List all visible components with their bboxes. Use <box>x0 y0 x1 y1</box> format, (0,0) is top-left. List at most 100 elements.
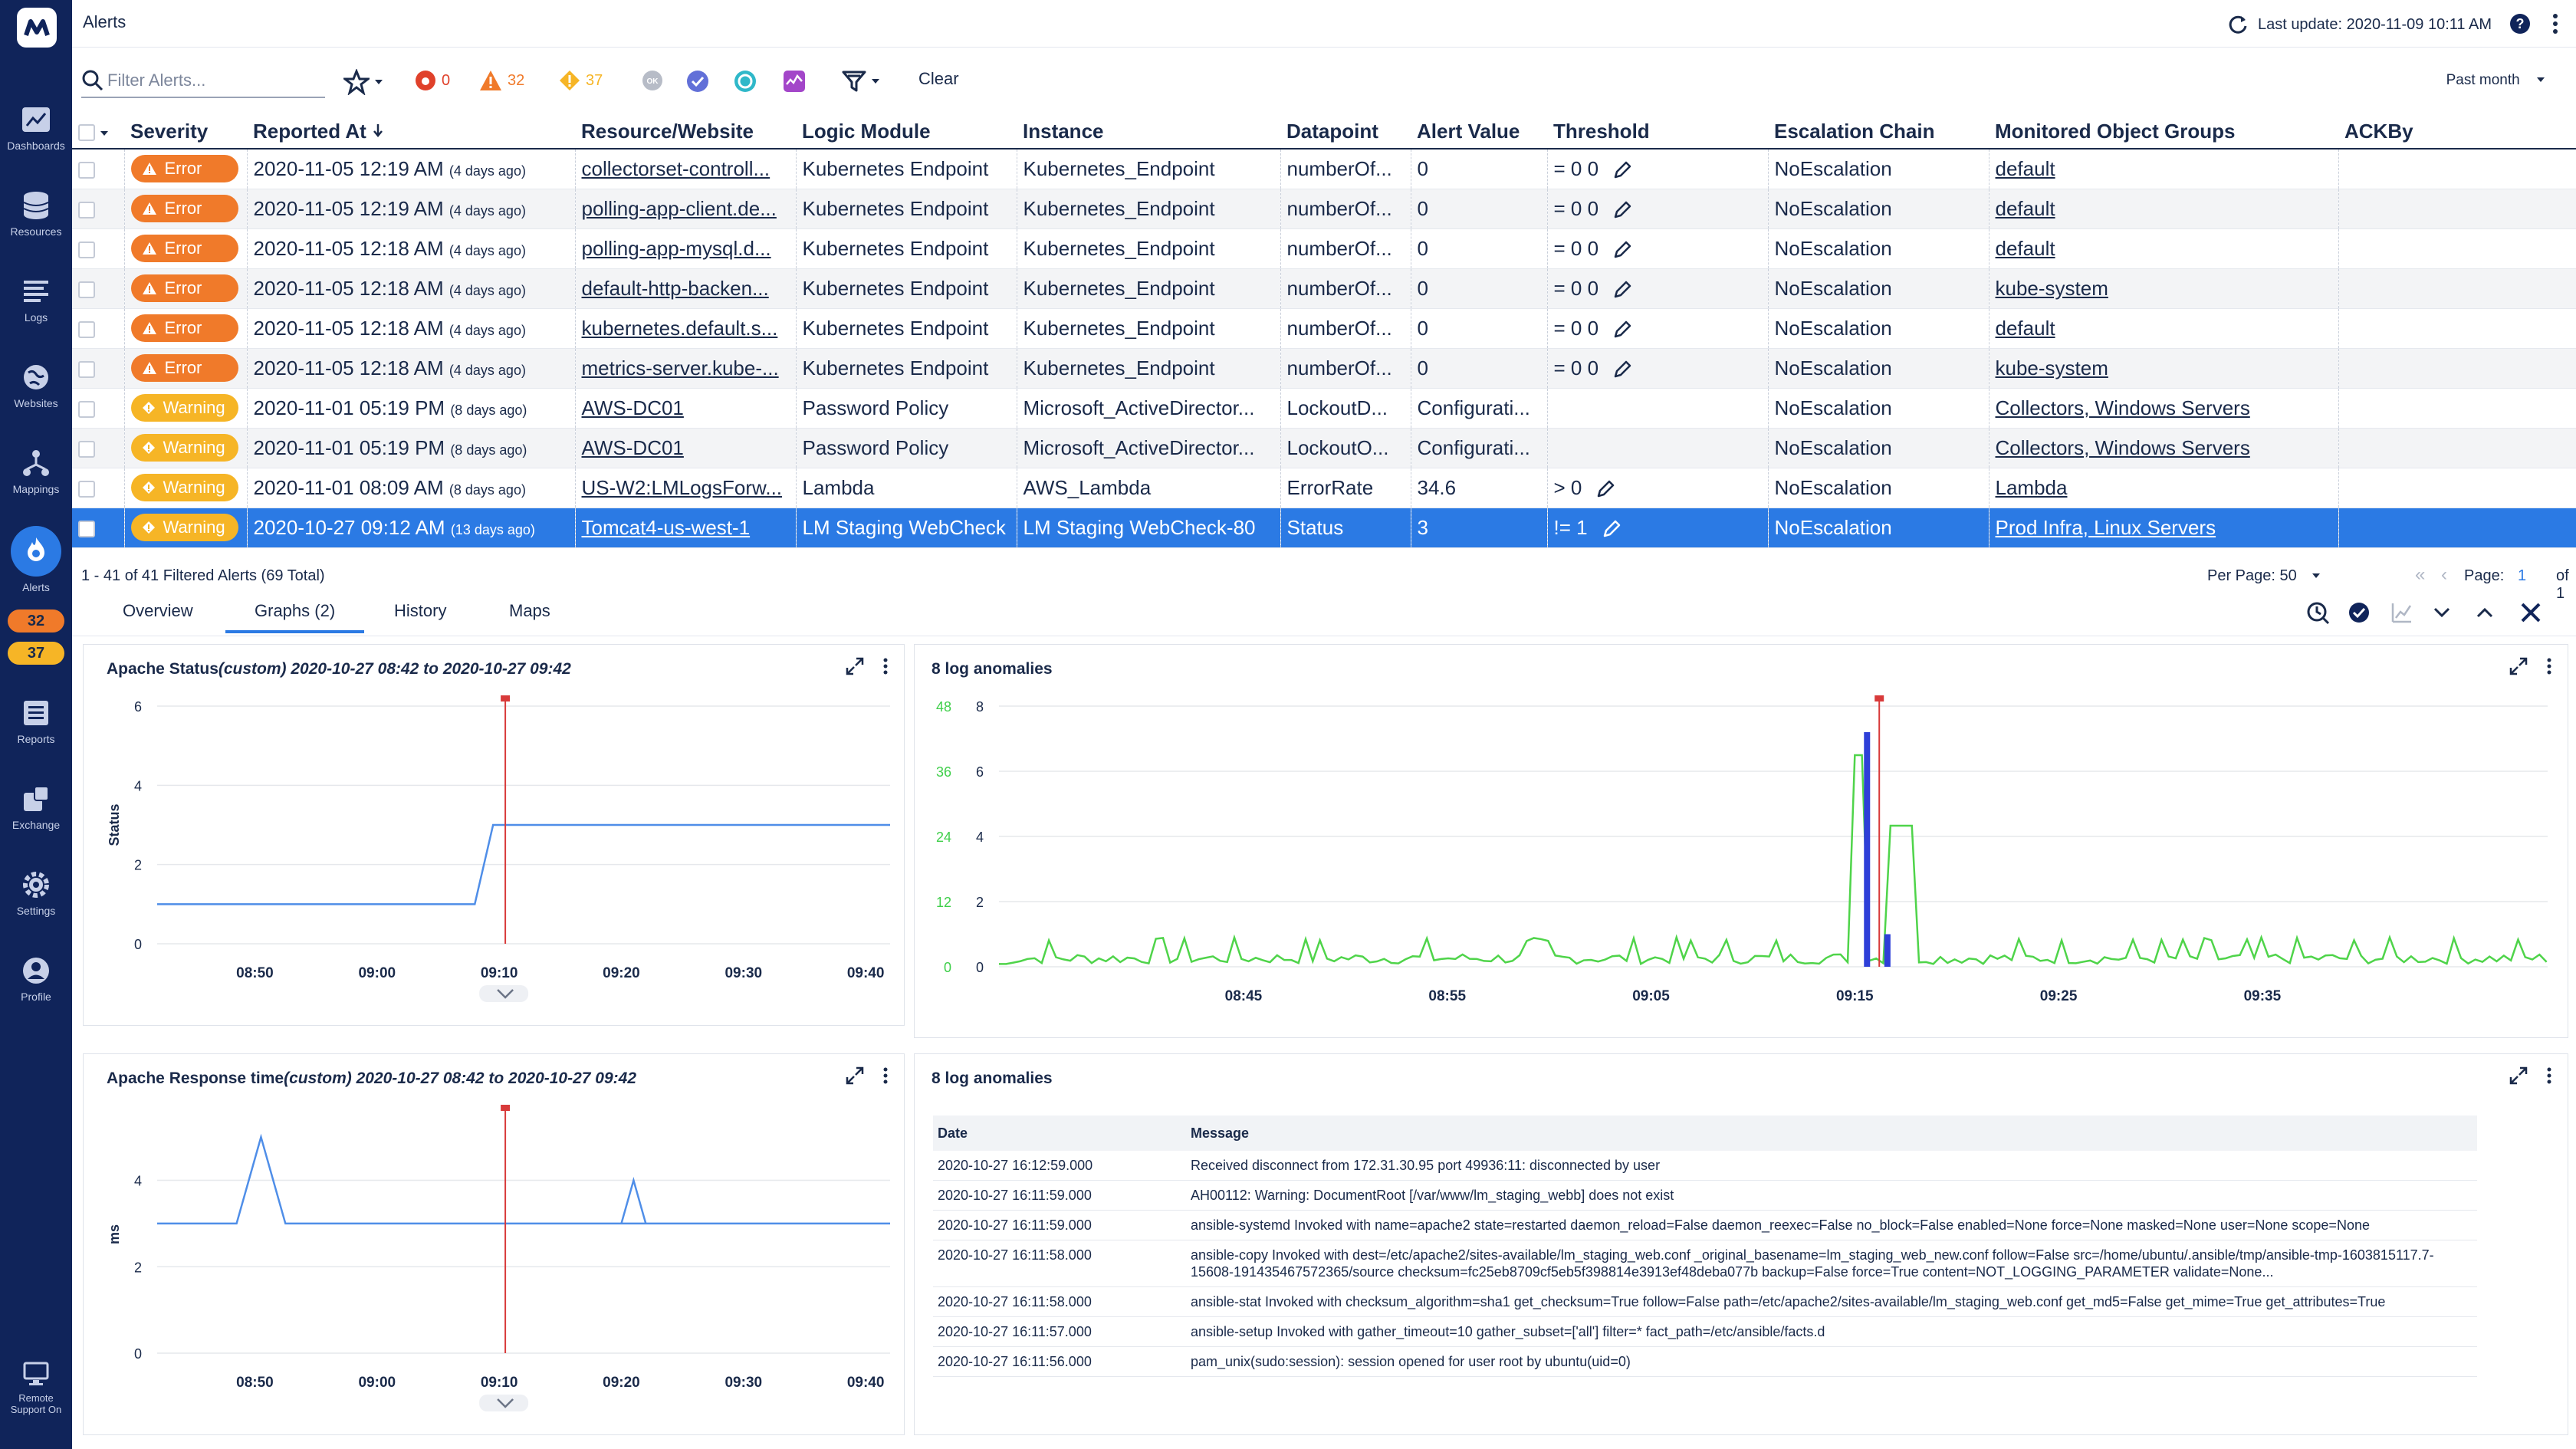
row-checkbox[interactable] <box>72 388 125 429</box>
edit-pencil-icon[interactable] <box>1612 240 1632 260</box>
resource-link[interactable]: AWS-DC01 <box>582 396 684 419</box>
sidebar-warning-badge[interactable]: 37 <box>8 642 64 665</box>
group-link[interactable]: Lambda <box>1996 476 2068 499</box>
group-link[interactable]: default <box>1996 157 2055 180</box>
nav-reports[interactable]: Reports <box>0 698 72 745</box>
col-threshold[interactable]: Threshold <box>1547 115 1768 150</box>
acknowledge-check-icon[interactable] <box>2348 601 2371 624</box>
log-row[interactable]: 2020-10-27 16:11:59.000 ansible-systemd I… <box>933 1210 2477 1240</box>
clear-filters-button[interactable]: Clear <box>918 69 959 89</box>
nav-resources[interactable]: Resources <box>0 190 72 238</box>
nav-remote-support[interactable]: Remote Support On <box>0 1360 72 1415</box>
resource-link[interactable]: default-http-backen... <box>582 277 769 300</box>
col-log-date[interactable]: Date <box>933 1116 1186 1151</box>
tune-threshold-icon[interactable] <box>2390 601 2413 624</box>
nav-profile[interactable]: Profile <box>0 955 72 1003</box>
col-severity[interactable]: Severity <box>124 115 247 150</box>
group-link[interactable]: Prod Infra, Linux Servers <box>1996 516 2216 539</box>
log-row[interactable]: 2020-10-27 16:11:59.000 AH00112: Warning:… <box>933 1180 2477 1211</box>
log-row[interactable]: 2020-10-27 16:11:58.000 ansible-copy Invo… <box>933 1240 2477 1287</box>
expand-icon[interactable] <box>2509 1066 2528 1085</box>
edit-pencil-icon[interactable] <box>1612 360 1632 380</box>
group-link[interactable]: Collectors, Windows Servers <box>1996 436 2250 459</box>
row-checkbox[interactable] <box>72 308 125 349</box>
more-vertical-icon[interactable] <box>882 657 889 675</box>
col-ackby[interactable]: ACKBy <box>2338 115 2576 150</box>
row-checkbox[interactable] <box>72 428 125 468</box>
edit-pencil-icon[interactable] <box>1602 519 1622 539</box>
resource-link[interactable]: collectorset-controll... <box>582 157 770 180</box>
table-row[interactable]: Warning 2020-11-01 05:19 PM (8 days ago) A… <box>72 388 2576 429</box>
row-checkbox[interactable] <box>72 348 125 389</box>
group-link[interactable]: kube-system <box>1996 277 2108 300</box>
group-link[interactable]: kube-system <box>1996 356 2108 380</box>
expand-icon[interactable] <box>2509 657 2528 675</box>
table-row[interactable]: Error 2020-11-05 12:18 AM (4 days ago) met… <box>72 348 2576 389</box>
log-row[interactable]: 2020-10-27 16:11:56.000 pam_unix(sudo:ses… <box>933 1346 2477 1377</box>
chevron-down-icon[interactable] <box>2433 607 2450 618</box>
table-row[interactable]: Warning 2020-11-01 05:19 PM (8 days ago) A… <box>72 428 2576 468</box>
edit-pencil-icon[interactable] <box>1612 200 1632 220</box>
expand-icon[interactable] <box>846 657 864 675</box>
time-range-dropdown[interactable]: Past month <box>2446 72 2545 89</box>
nav-websites[interactable]: Websites <box>0 362 72 409</box>
tab-overview[interactable]: Overview <box>123 601 193 621</box>
per-page-select[interactable]: Per Page: 50 <box>2207 567 2321 585</box>
resource-link[interactable]: Tomcat4-us-west-1 <box>582 516 751 539</box>
col-log-message[interactable]: Message <box>1186 1116 2477 1151</box>
chevron-up-icon[interactable] <box>2476 607 2493 618</box>
row-checkbox[interactable] <box>72 189 125 229</box>
table-row[interactable]: Error 2020-11-05 12:19 AM (4 days ago) pol… <box>72 189 2576 229</box>
group-link[interactable]: Collectors, Windows Servers <box>1996 396 2250 419</box>
acknowledged-filter[interactable] <box>685 69 710 94</box>
col-reported-at[interactable]: Reported At <box>247 115 575 150</box>
log-row[interactable]: 2020-10-27 16:11:58.000 ansible-stat Invo… <box>933 1286 2477 1317</box>
col-escalation-chain[interactable]: Escalation Chain <box>1768 115 1989 150</box>
filter-alerts-input[interactable]: Filter Alerts... <box>81 64 325 98</box>
logicmonitor-logo[interactable] <box>17 8 57 48</box>
col-alert-value[interactable]: Alert Value <box>1411 115 1547 150</box>
col-logic-module[interactable]: Logic Module <box>796 115 1017 150</box>
refresh-icon[interactable] <box>2227 14 2249 35</box>
table-row[interactable]: Error 2020-11-05 12:18 AM (4 days ago) pol… <box>72 228 2576 269</box>
edit-pencil-icon[interactable] <box>1612 320 1632 340</box>
error-filter[interactable]: 32 <box>478 69 524 92</box>
edit-pencil-icon[interactable] <box>1612 280 1632 300</box>
resource-link[interactable]: US-W2:LMLogsForw... <box>582 476 783 499</box>
expand-icon[interactable] <box>846 1066 864 1085</box>
select-all-checkbox[interactable] <box>72 115 124 150</box>
tab-maps[interactable]: Maps <box>509 601 550 621</box>
nav-logs[interactable]: Logs <box>0 276 72 324</box>
resource-link[interactable]: metrics-server.kube-... <box>582 356 779 380</box>
warning-filter[interactable]: 37 <box>558 69 603 92</box>
sdt-filter[interactable] <box>733 69 757 94</box>
help-icon[interactable]: ? <box>2509 12 2532 35</box>
group-link[interactable]: default <box>1996 317 2055 340</box>
edit-pencil-icon[interactable] <box>1612 160 1632 180</box>
cleared-filter[interactable]: OK <box>641 69 664 92</box>
more-vertical-icon[interactable] <box>2551 12 2559 35</box>
nav-alerts[interactable]: Alerts <box>0 526 72 593</box>
table-row[interactable]: Warning 2020-10-27 09:12 AM (13 days ago)… <box>72 508 2576 548</box>
more-vertical-icon[interactable] <box>2546 657 2552 675</box>
row-checkbox[interactable] <box>72 468 125 508</box>
col-monitored-groups[interactable]: Monitored Object Groups <box>1989 115 2338 150</box>
row-checkbox[interactable] <box>72 508 125 548</box>
resource-link[interactable]: polling-app-mysql.d... <box>582 237 771 260</box>
table-row[interactable]: Error 2020-11-05 12:18 AM (4 days ago) def… <box>72 268 2576 309</box>
table-row[interactable]: Error 2020-11-05 12:19 AM (4 days ago) col… <box>72 149 2576 189</box>
favorites-dropdown[interactable] <box>343 69 383 95</box>
page-number-input[interactable]: 1 <box>2518 567 2526 585</box>
row-checkbox[interactable] <box>72 268 125 309</box>
resource-link[interactable]: polling-app-client.de... <box>582 197 777 220</box>
tab-history[interactable]: History <box>394 601 446 621</box>
resource-link[interactable]: kubernetes.default.s... <box>582 317 778 340</box>
col-resource[interactable]: Resource/Website <box>575 115 796 150</box>
log-row[interactable]: 2020-10-27 16:12:59.000 Received disconne… <box>933 1151 2477 1181</box>
first-page-icon[interactable]: « <box>2415 564 2425 586</box>
group-link[interactable]: default <box>1996 197 2055 220</box>
more-vertical-icon[interactable] <box>882 1066 889 1085</box>
nav-mappings[interactable]: Mappings <box>0 448 72 495</box>
edit-pencil-icon[interactable] <box>1595 479 1615 499</box>
critical-filter[interactable]: 0 <box>414 69 450 92</box>
